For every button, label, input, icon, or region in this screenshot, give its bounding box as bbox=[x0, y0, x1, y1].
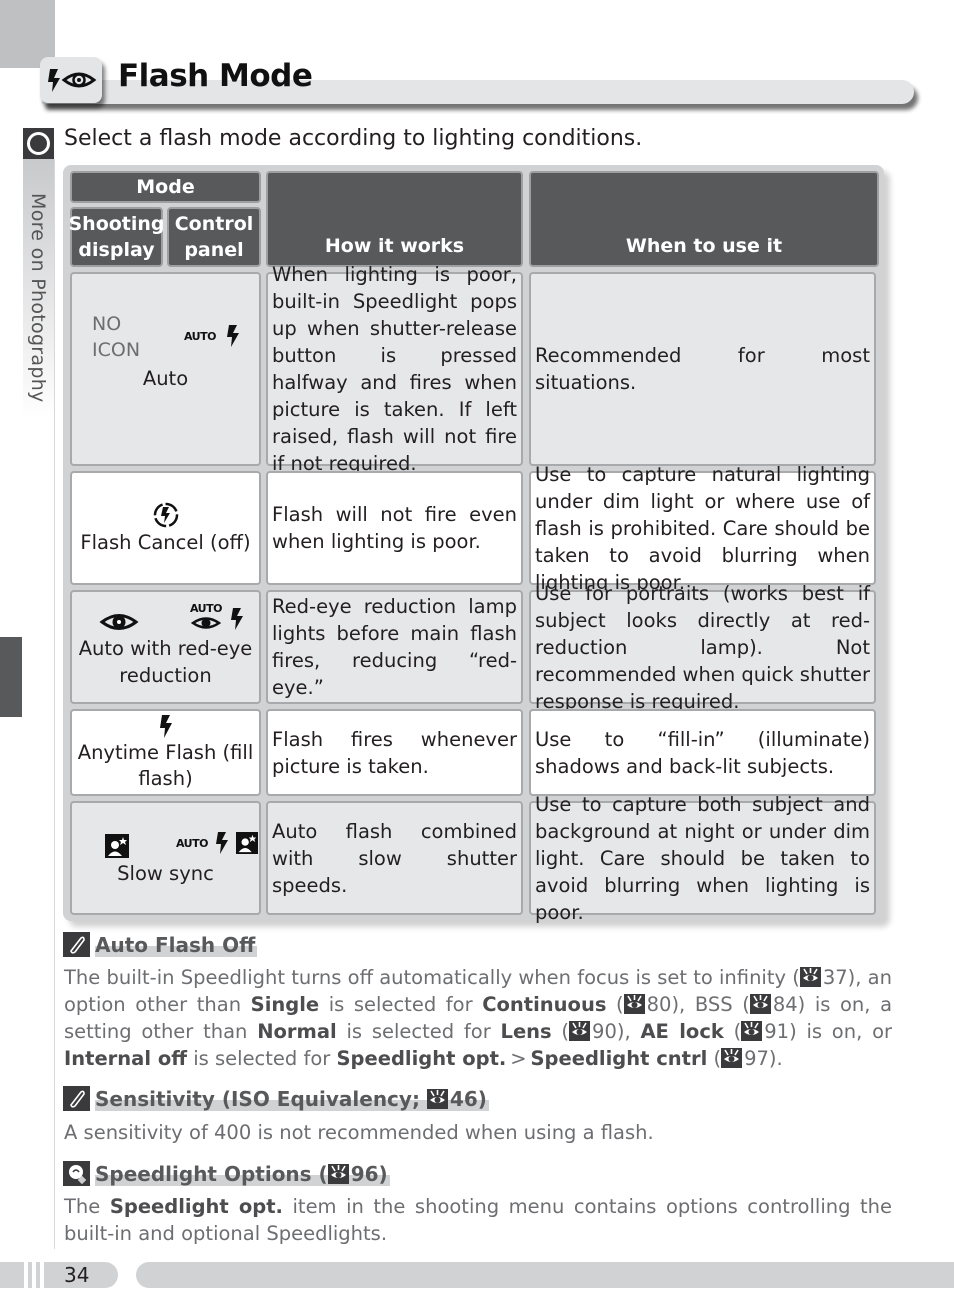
mode-cell-flash-cancel: Flash Cancel (off) bbox=[70, 471, 261, 585]
night-portrait-icon bbox=[105, 833, 129, 858]
bold-term: AE lock bbox=[640, 1020, 724, 1043]
header-shooting-display: Shooting display bbox=[68, 207, 165, 267]
bold-term: Single bbox=[250, 993, 320, 1016]
intro-text: Select a flash mode according to lightin… bbox=[64, 126, 643, 151]
when-cell: Use to capture both subject and backgrou… bbox=[529, 793, 876, 924]
page-reference-icon bbox=[749, 994, 771, 1014]
mode-name: Anytime Flash (fill flash) bbox=[77, 740, 254, 790]
bold-term: Continuous bbox=[482, 993, 607, 1016]
red-eye-icon bbox=[61, 72, 97, 88]
page-number: 34 bbox=[64, 1263, 90, 1287]
flash-icon bbox=[48, 69, 97, 92]
side-tab-label: More on Photography bbox=[27, 193, 49, 403]
page-reference-number[interactable]: 46 bbox=[450, 1087, 478, 1111]
page-reference-number[interactable]: 84 bbox=[773, 993, 798, 1016]
note-sensitivity-body: A sensitivity of 400 is not recommended … bbox=[64, 1121, 654, 1144]
note-speedlight-options-body: The Speedlight opt. item in the shooting… bbox=[64, 1195, 892, 1245]
note-title: Sensitivity (ISO Equivalency; 46) bbox=[95, 1086, 489, 1111]
page-reference-number[interactable]: 96 bbox=[351, 1162, 379, 1186]
flash-icon bbox=[231, 608, 243, 630]
lightbulb-tip-icon bbox=[63, 1161, 90, 1186]
mode-cell-anytime-flash: Anytime Flash (fill flash) bbox=[70, 709, 261, 796]
mode-name: Auto with red-eye reduction bbox=[78, 637, 253, 687]
page-reference-icon bbox=[327, 1163, 349, 1184]
bold-term: Internal off bbox=[64, 1047, 188, 1070]
note-sensitivity-heading: Sensitivity (ISO Equivalency; 46) bbox=[63, 1086, 489, 1111]
mode-cell-red-eye: AUTO Auto with red-eye reduction bbox=[70, 590, 261, 704]
mode-name: Flash Cancel (off) bbox=[80, 530, 251, 554]
mode-name: Slow sync bbox=[117, 861, 214, 885]
how-cell: Flash will not fire even when lighting i… bbox=[266, 471, 523, 585]
auto-flash-icon: AUTO bbox=[184, 323, 242, 350]
title-icon-box bbox=[40, 57, 102, 103]
note-auto-flash-off-heading: Auto Flash Off bbox=[63, 932, 258, 957]
page-reference-number[interactable]: 90 bbox=[592, 1020, 617, 1043]
note-speedlight-options-heading: Speedlight Options (96) bbox=[63, 1161, 390, 1186]
header-mode: Mode bbox=[70, 171, 261, 203]
flash-icon bbox=[159, 714, 172, 738]
page-title: Flash Mode bbox=[118, 58, 313, 94]
how-cell: Red-eye reduction lamp lights before mai… bbox=[266, 590, 523, 704]
page-reference-icon bbox=[799, 967, 821, 987]
auto-red-eye-flash-icon: AUTO bbox=[190, 603, 222, 632]
pencil-note-icon bbox=[63, 1086, 90, 1111]
page-reference-icon bbox=[741, 1021, 763, 1041]
when-cell: Use to “fill-in” (illuminate) shadows an… bbox=[529, 709, 876, 796]
how-cell: When lighting is poor, built-in Speedlig… bbox=[266, 263, 523, 475]
note-title: Auto Flash Off bbox=[95, 932, 258, 957]
side-divider bbox=[54, 159, 55, 1249]
when-cell: Use for portraits (works best if subject… bbox=[529, 582, 876, 713]
mode-cell-auto: NO ICON AUTO Auto bbox=[70, 272, 261, 466]
how-cell: Flash fires whenever picture is taken. bbox=[266, 709, 523, 796]
bold-term: Speedlight opt. bbox=[109, 1195, 283, 1218]
when-cell: Use to capture natural lighting under di… bbox=[529, 463, 876, 594]
bold-term: Normal bbox=[257, 1020, 337, 1043]
page-reference-icon bbox=[569, 1021, 591, 1041]
page-reference-icon bbox=[623, 994, 645, 1014]
page-reference-number[interactable]: 91 bbox=[764, 1020, 789, 1043]
header-when-to-use: When to use it bbox=[529, 171, 879, 267]
mode-cell-slow-sync: AUTO Slow sync bbox=[70, 801, 261, 915]
page-reference-number[interactable]: 37 bbox=[823, 966, 848, 989]
chapter-marker bbox=[0, 637, 22, 717]
bold-term: Speedlight cntrl bbox=[530, 1047, 708, 1070]
footer-bar bbox=[136, 1262, 954, 1288]
pencil-note-icon bbox=[63, 932, 90, 957]
bold-term: Lens bbox=[500, 1020, 552, 1043]
header-control-panel: Control panel bbox=[167, 207, 261, 267]
how-cell: Auto flash combined with slow shutter sp… bbox=[266, 801, 523, 915]
red-eye-icon bbox=[99, 614, 139, 630]
auto-flash-night-portrait-icon: AUTO bbox=[176, 830, 258, 857]
flash-cancel-icon bbox=[153, 502, 178, 527]
page-reference-icon bbox=[721, 1048, 743, 1068]
page-reference-number[interactable]: 97 bbox=[744, 1047, 769, 1070]
note-title: Speedlight Options (96) bbox=[95, 1161, 390, 1186]
mode-name: Auto bbox=[142, 366, 189, 390]
bold-term: Speedlight opt. bbox=[336, 1047, 507, 1070]
page-reference-number[interactable]: 80 bbox=[647, 993, 672, 1016]
section-ring-icon bbox=[23, 128, 54, 159]
note-auto-flash-off-body: The built-in Speedlight turns off automa… bbox=[64, 966, 893, 1070]
page-reference-icon bbox=[426, 1088, 448, 1109]
no-icon-label: NO ICON bbox=[92, 312, 141, 361]
header-how-it-works: How it works bbox=[266, 171, 523, 267]
when-cell: Recommended for most situations. bbox=[529, 272, 876, 466]
flash-mode-table: Mode Shooting display Control panel How … bbox=[63, 165, 884, 924]
